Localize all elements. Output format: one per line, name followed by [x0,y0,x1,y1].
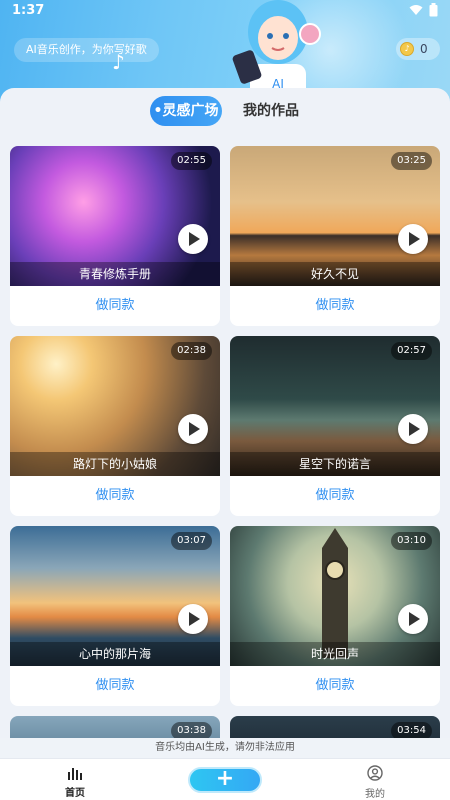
ai-disclaimer: 音乐均由AI生成，请勿非法应用 [0,738,450,758]
make-same-button[interactable]: 做同款 [10,286,220,326]
tab-my-works[interactable]: 我的作品 [236,96,306,126]
slogan-label: AI音乐创作，为你写好歌 [14,38,159,62]
song-card[interactable]: 03:10 时光回声 做同款 [230,526,440,706]
song-title: 星空下的诺言 [230,452,440,476]
content-panel: •灵感广场 我的作品 02:55 青春修炼手册 做同款 03:25 好久不见 做… [0,88,450,738]
user-icon [367,765,383,781]
nav-home-label: 首页 [65,788,85,799]
duration-badge: 03:07 [171,532,212,550]
play-icon[interactable] [398,414,428,444]
song-card[interactable]: 03:54 [230,716,440,738]
make-same-button[interactable]: 做同款 [230,666,440,706]
nav-mine-label: 我的 [365,789,385,800]
song-card[interactable]: 02:55 青春修炼手册 做同款 [10,146,220,326]
duration-badge: 03:10 [391,532,432,550]
play-icon[interactable] [178,414,208,444]
coin-icon: ♪ [400,42,414,56]
song-title: 时光回声 [230,642,440,666]
song-thumbnail[interactable]: 03:25 好久不见 [230,146,440,286]
status-icons [409,3,438,17]
song-thumbnail[interactable]: 02:38 路灯下的小姑娘 [10,336,220,476]
song-title: 路灯下的小姑娘 [10,452,220,476]
play-icon[interactable] [398,604,428,634]
music-note-icon: ♪ [112,50,125,74]
make-same-button[interactable]: 做同款 [10,476,220,516]
duration-badge: 02:55 [171,152,212,170]
make-same-button[interactable]: 做同款 [230,286,440,326]
make-same-button[interactable]: 做同款 [230,476,440,516]
nav-home[interactable]: 首页 [55,765,95,799]
status-bar: 1:37 [0,0,450,22]
battery-icon [429,3,438,17]
duration-badge: 03:25 [391,152,432,170]
song-card[interactable]: 03:38 [10,716,220,738]
song-title: 好久不见 [230,262,440,286]
song-thumbnail[interactable]: 03:10 时光回声 [230,526,440,666]
duration-badge: 03:38 [171,722,212,738]
duration-badge: 03:54 [391,722,432,738]
nav-mine[interactable]: 我的 [355,765,395,800]
play-icon[interactable] [178,604,208,634]
song-title: 青春修炼手册 [10,262,220,286]
song-thumbnail[interactable]: 02:55 青春修炼手册 [10,146,220,286]
song-card[interactable]: 03:07 心中的那片海 做同款 [10,526,220,706]
play-icon[interactable] [178,224,208,254]
song-thumbnail[interactable]: 03:07 心中的那片海 [10,526,220,666]
wifi-icon [409,5,423,15]
equalizer-icon [68,768,82,780]
song-card[interactable]: 02:57 星空下的诺言 做同款 [230,336,440,516]
duration-badge: 02:38 [171,342,212,360]
song-title: 心中的那片海 [10,642,220,666]
coin-count: 0 [420,42,428,56]
create-button[interactable]: + [188,767,262,793]
play-icon[interactable] [398,224,428,254]
tab-inspiration[interactable]: •灵感广场 [150,96,222,126]
duration-badge: 02:57 [391,342,432,360]
song-thumbnail[interactable]: 02:57 星空下的诺言 [230,336,440,476]
coin-balance[interactable]: ♪ 0 [396,38,440,60]
song-card[interactable]: 03:25 好久不见 做同款 [230,146,440,326]
status-time: 1:37 [12,3,45,18]
tab-bar: •灵感广场 我的作品 [0,96,450,128]
make-same-button[interactable]: 做同款 [10,666,220,706]
song-card[interactable]: 02:38 路灯下的小姑娘 做同款 [10,336,220,516]
bottom-navigation: 首页 + 我的 [0,758,450,800]
